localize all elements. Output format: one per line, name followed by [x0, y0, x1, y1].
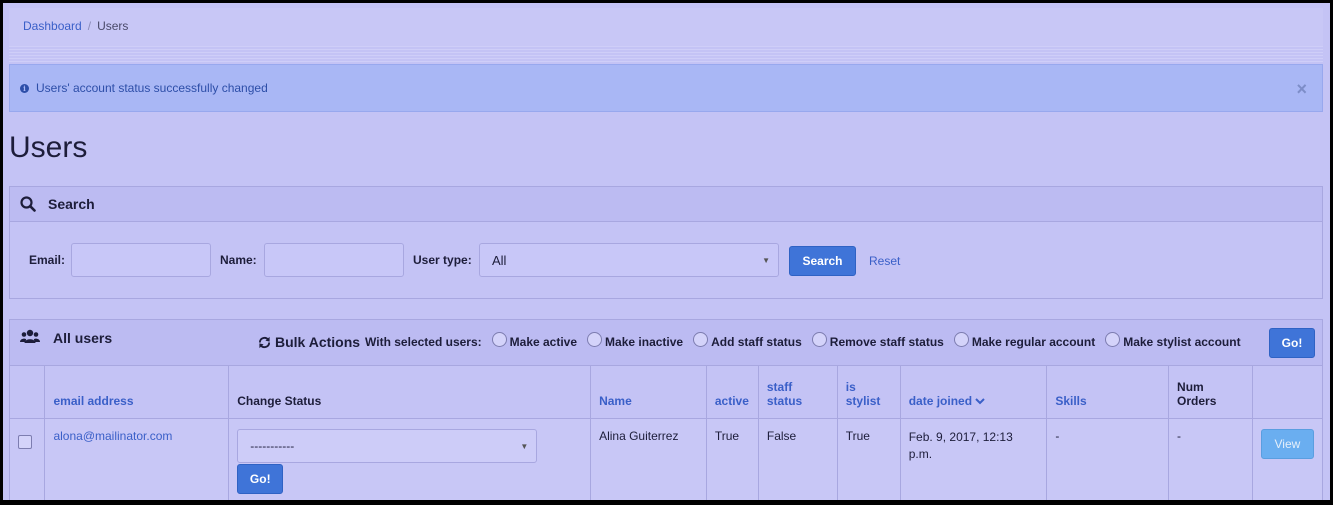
email-field[interactable]: [71, 243, 211, 277]
row-checkbox[interactable]: [18, 434, 32, 449]
label-make-active: Make active: [509, 335, 578, 349]
radio-make-active[interactable]: [491, 331, 507, 347]
radio-make-inactive[interactable]: [587, 331, 603, 347]
num-orders-cell: -: [1168, 418, 1253, 500]
name-field[interactable]: [264, 243, 404, 277]
breadcrumb-dashboard-link[interactable]: Dashboard: [23, 19, 82, 33]
chevron-down-icon: [975, 397, 986, 404]
users-heading: All users: [53, 330, 113, 346]
header-is-stylist[interactable]: is stylist: [836, 366, 901, 419]
bulk-actions-title: Bulk Actions: [275, 334, 361, 350]
app-frame: Dashboard / Users i Users' account status …: [3, 3, 1330, 500]
change-status-cell: ----------- ▼ Go!: [228, 418, 591, 500]
search-panel-header: Search: [10, 187, 1322, 222]
actions-cell: View: [1251, 418, 1322, 500]
label-add-staff-status: Add staff status: [711, 335, 802, 349]
active-cell: True: [705, 418, 759, 500]
status-select-value: -----------: [250, 438, 295, 453]
date-joined-cell: Feb. 9, 2017, 12:13 p.m.: [899, 418, 1047, 500]
label-make-stylist-account: Make stylist account: [1123, 335, 1241, 349]
breadcrumb-current: Users: [97, 19, 129, 33]
search-button[interactable]: Search: [789, 246, 856, 276]
radio-remove-staff-status[interactable]: [811, 331, 827, 347]
search-form: Email: Name: User type: All ▼ Search Res…: [10, 243, 1322, 277]
page-title: Users: [9, 131, 88, 164]
breadcrumb: Dashboard / Users: [9, 8, 1323, 46]
row-go-button[interactable]: Go!: [237, 463, 284, 494]
radio-add-staff-status[interactable]: [693, 331, 709, 347]
header-email[interactable]: email address: [44, 366, 229, 419]
header-num-orders: Num Orders: [1168, 366, 1253, 419]
staff-status-cell: False: [757, 418, 838, 500]
search-panel: Search Email: Name: User type: All ▼ Sea…: [9, 186, 1323, 299]
skills-cell: -: [1046, 418, 1169, 500]
name-label: Name:: [220, 253, 257, 267]
decorative-stripes: [9, 46, 1323, 64]
users-icon: [20, 329, 40, 343]
bulk-go-button[interactable]: Go!: [1269, 328, 1315, 358]
header-select: [10, 366, 45, 419]
header-name[interactable]: Name: [590, 366, 707, 419]
header-date-joined[interactable]: date joined: [899, 366, 1047, 419]
close-icon[interactable]: ×: [1296, 80, 1307, 98]
bulk-actions: Bulk Actions With selected users: Make a…: [258, 331, 1241, 350]
caret-down-icon: ▼: [762, 256, 770, 265]
row-select-cell: [10, 418, 45, 500]
status-select[interactable]: ----------- ▼: [237, 428, 538, 463]
search-icon: [20, 196, 36, 212]
header-actions: [1251, 366, 1322, 419]
user-type-select[interactable]: All ▼: [479, 243, 779, 277]
is-stylist-cell: True: [836, 418, 901, 500]
users-panel: All users Bulk Actions With selected use…: [9, 319, 1323, 500]
radio-make-regular-account[interactable]: [953, 331, 969, 347]
reset-link[interactable]: Reset: [869, 254, 900, 268]
table-row: alona@mailinator.com ----------- ▼ Go! A…: [10, 418, 1322, 500]
search-heading: Search: [48, 196, 95, 212]
info-icon: i: [20, 83, 29, 93]
users-table: email address Change Status Name active …: [10, 366, 1322, 500]
label-remove-staff-status: Remove staff status: [829, 335, 944, 349]
caret-down-icon: ▼: [520, 441, 529, 451]
user-type-label: User type:: [413, 253, 472, 267]
label-make-regular-account: Make regular account: [971, 335, 1096, 349]
name-cell: Alina Guiterrez: [590, 418, 707, 500]
email-link[interactable]: alona@mailinator.com: [53, 429, 172, 443]
user-type-value: All: [492, 252, 507, 268]
email-cell: alona@mailinator.com: [44, 418, 229, 500]
refresh-icon: [258, 336, 271, 348]
radio-make-stylist-account[interactable]: [1105, 331, 1121, 347]
header-active[interactable]: active: [705, 366, 759, 419]
success-alert: i Users' account status successfully cha…: [9, 64, 1323, 112]
table-header-row: email address Change Status Name active …: [10, 366, 1322, 419]
header-staff-status[interactable]: staff status: [757, 366, 838, 419]
header-change-status: Change Status: [228, 366, 591, 419]
email-label: Email:: [29, 253, 66, 267]
header-skills[interactable]: Skills: [1046, 366, 1169, 419]
breadcrumb-separator: /: [87, 19, 92, 33]
users-panel-header: All users Bulk Actions With selected use…: [10, 320, 1322, 366]
label-make-inactive: Make inactive: [605, 335, 684, 349]
bulk-actions-prefix: With selected users:: [365, 335, 482, 349]
alert-message: Users' account status successfully chang…: [36, 81, 268, 95]
view-button[interactable]: View: [1260, 428, 1314, 459]
